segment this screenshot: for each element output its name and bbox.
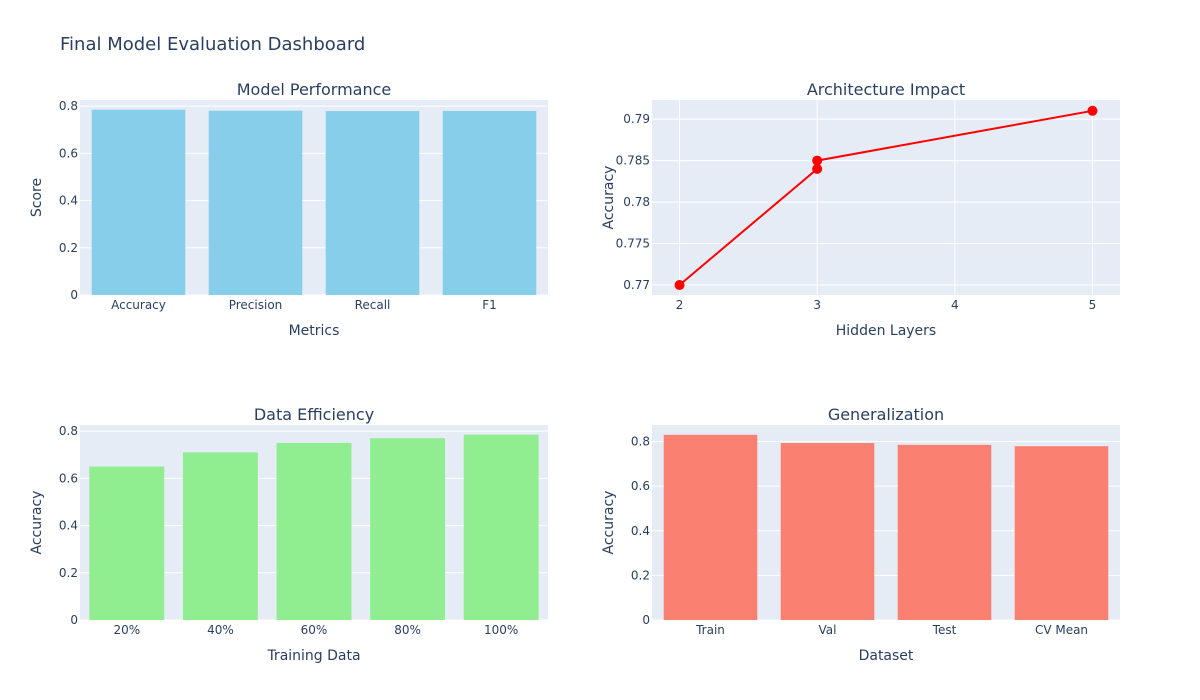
data-point [1087,105,1098,116]
y-tick-label: 0.2 [59,241,78,255]
x-axis-title: Metrics [289,323,340,339]
x-tick-label: Precision [229,298,283,312]
y-tick-label: 0 [70,613,78,627]
y-tick-label: 0.8 [59,99,78,113]
x-tick-label: 100% [484,623,518,637]
subplot-title: Architecture Impact [807,80,965,99]
bar [780,443,875,620]
x-axis-title: Dataset [859,648,914,664]
x-axis-title: Hidden Layers [836,323,936,339]
y-tick-label: 0.78 [623,195,650,209]
chart-panels: 0 0.2 0.4 0.6 0.8 Accuracy Precision Recall F1 Mo… [29,80,1120,664]
bar [208,110,303,295]
chart-panel-3: 0 0.2 0.4 0.6 0.8 20% 40% 60% 80% 100% Data Effici… [29,405,548,664]
data-point [674,280,685,291]
x-tick-label: Test [932,623,957,637]
x-tick-label: 3 [813,298,821,312]
x-tick-label: 5 [1089,298,1097,312]
y-tick-label: 0.4 [631,524,650,538]
y-tick-label: 0.4 [59,194,78,208]
bar [663,434,758,620]
x-axis-title: Training Data [266,648,360,664]
y-axis-title: Score [29,178,45,217]
x-tick-label: Recall [355,298,391,312]
subplot-title: Model Performance [237,80,392,99]
x-tick-label: 60% [301,623,328,637]
x-tick-label: 40% [207,623,234,637]
x-tick-label: Train [695,623,725,637]
dashboard-root: Final Model Evaluation Dashboard 0 0.2 0.4… [0,0,1200,700]
x-tick-label: 2 [676,298,684,312]
y-axis-title: Accuracy [29,491,45,555]
y-tick-label: 0.79 [623,112,650,126]
y-axis-title: Accuracy [601,166,617,230]
subplot-title: Generalization [828,405,944,424]
x-tick-label: Accuracy [111,298,166,312]
x-tick-label: F1 [482,298,497,312]
bar [91,109,186,296]
chart-panel-2: 0.77 0.775 0.78 0.785 0.79 2 3 4 5 Architecture I… [601,80,1120,339]
y-tick-label: 0.6 [59,471,78,485]
bar [1014,446,1109,620]
y-tick-label: 0.2 [631,568,650,582]
bar [370,438,446,620]
y-tick-label: 0.8 [631,435,650,449]
plot-area [652,100,1120,295]
y-tick-label: 0.775 [616,237,650,251]
subplot-title: Data Efficiency [254,405,374,424]
dashboard-canvas: Final Model Evaluation Dashboard 0 0.2 0.4… [29,34,1120,664]
bar [442,110,537,296]
y-tick-label: 0.2 [59,566,78,580]
x-tick-label: 20% [113,623,140,637]
y-tick-label: 0.77 [623,278,650,292]
y-axis-title: Accuracy [601,491,617,555]
y-tick-label: 0 [70,288,78,302]
y-tick-label: 0.785 [616,154,650,168]
bar [325,111,420,295]
data-point [812,155,823,166]
bar [276,442,352,620]
x-tick-label: 4 [951,298,959,312]
y-tick-label: 0.6 [631,479,650,493]
x-tick-label: 80% [394,623,421,637]
dashboard-title: Final Model Evaluation Dashboard [60,34,365,55]
bar [89,466,165,620]
bar [897,444,992,620]
y-tick-label: 0.6 [59,146,78,160]
bar [463,434,539,620]
x-tick-label: Val [819,623,837,637]
chart-panel-4: 0 0.2 0.4 0.6 0.8 Train Val Test CV Mean Generali… [601,405,1120,664]
x-tick-label: CV Mean [1035,623,1088,637]
y-tick-label: 0.4 [59,519,78,533]
chart-panel-1: 0 0.2 0.4 0.6 0.8 Accuracy Precision Recall F1 Mo… [29,80,548,339]
y-tick-label: 0.8 [59,424,78,438]
y-tick-label: 0 [642,613,650,627]
bar [182,452,258,620]
